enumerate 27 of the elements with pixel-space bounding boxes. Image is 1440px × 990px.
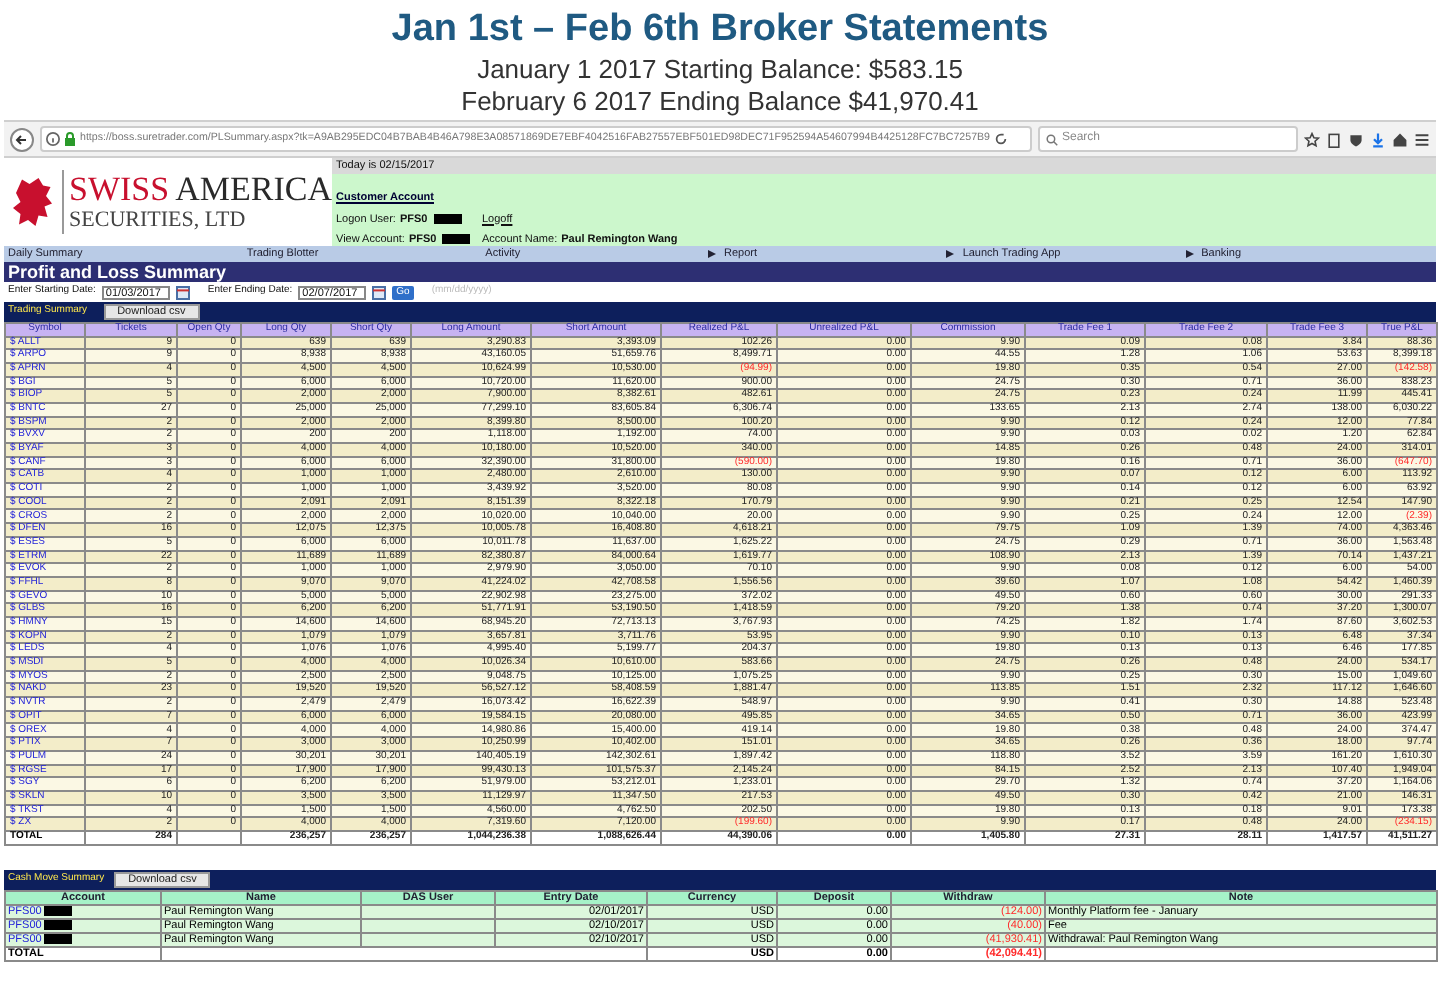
redaction-bar [43, 905, 72, 916]
lock-icon [64, 132, 76, 146]
download-icon[interactable] [1370, 131, 1386, 147]
redaction-bar [43, 933, 72, 944]
submenu-arrow-icon [707, 250, 716, 258]
reload-icon[interactable] [994, 132, 1009, 146]
logo-title: AMERICA [175, 170, 332, 208]
menu-icon[interactable] [1414, 131, 1430, 147]
submenu-arrow-icon [946, 250, 955, 258]
balance-line: January 1 2017 Starting Balance: $583.15 [477, 54, 963, 86]
page-heading: Jan 1st – Feb 6th Broker Statements [391, 6, 1049, 54]
logo-title: SWISS [69, 170, 170, 208]
section-title: Profit and Loss Summary [8, 262, 227, 282]
home-icon[interactable] [1392, 131, 1408, 147]
info-icon[interactable] [46, 132, 60, 146]
logo-subtitle: SECURITIES, LTD [69, 208, 248, 234]
back-icon[interactable] [10, 127, 34, 151]
calendar-icon[interactable] [175, 285, 190, 299]
redaction-bar [43, 919, 72, 930]
shield-icon[interactable] [1348, 131, 1364, 147]
star-icon[interactable] [1304, 131, 1320, 147]
redaction-bar [442, 234, 471, 245]
calendar-icon[interactable] [372, 285, 387, 299]
balance-line: February 6 2017 Ending Balance $41,970.41 [461, 86, 979, 118]
redaction-bar [433, 214, 462, 225]
search-icon [1046, 133, 1058, 145]
submenu-arrow-icon [1185, 250, 1194, 258]
